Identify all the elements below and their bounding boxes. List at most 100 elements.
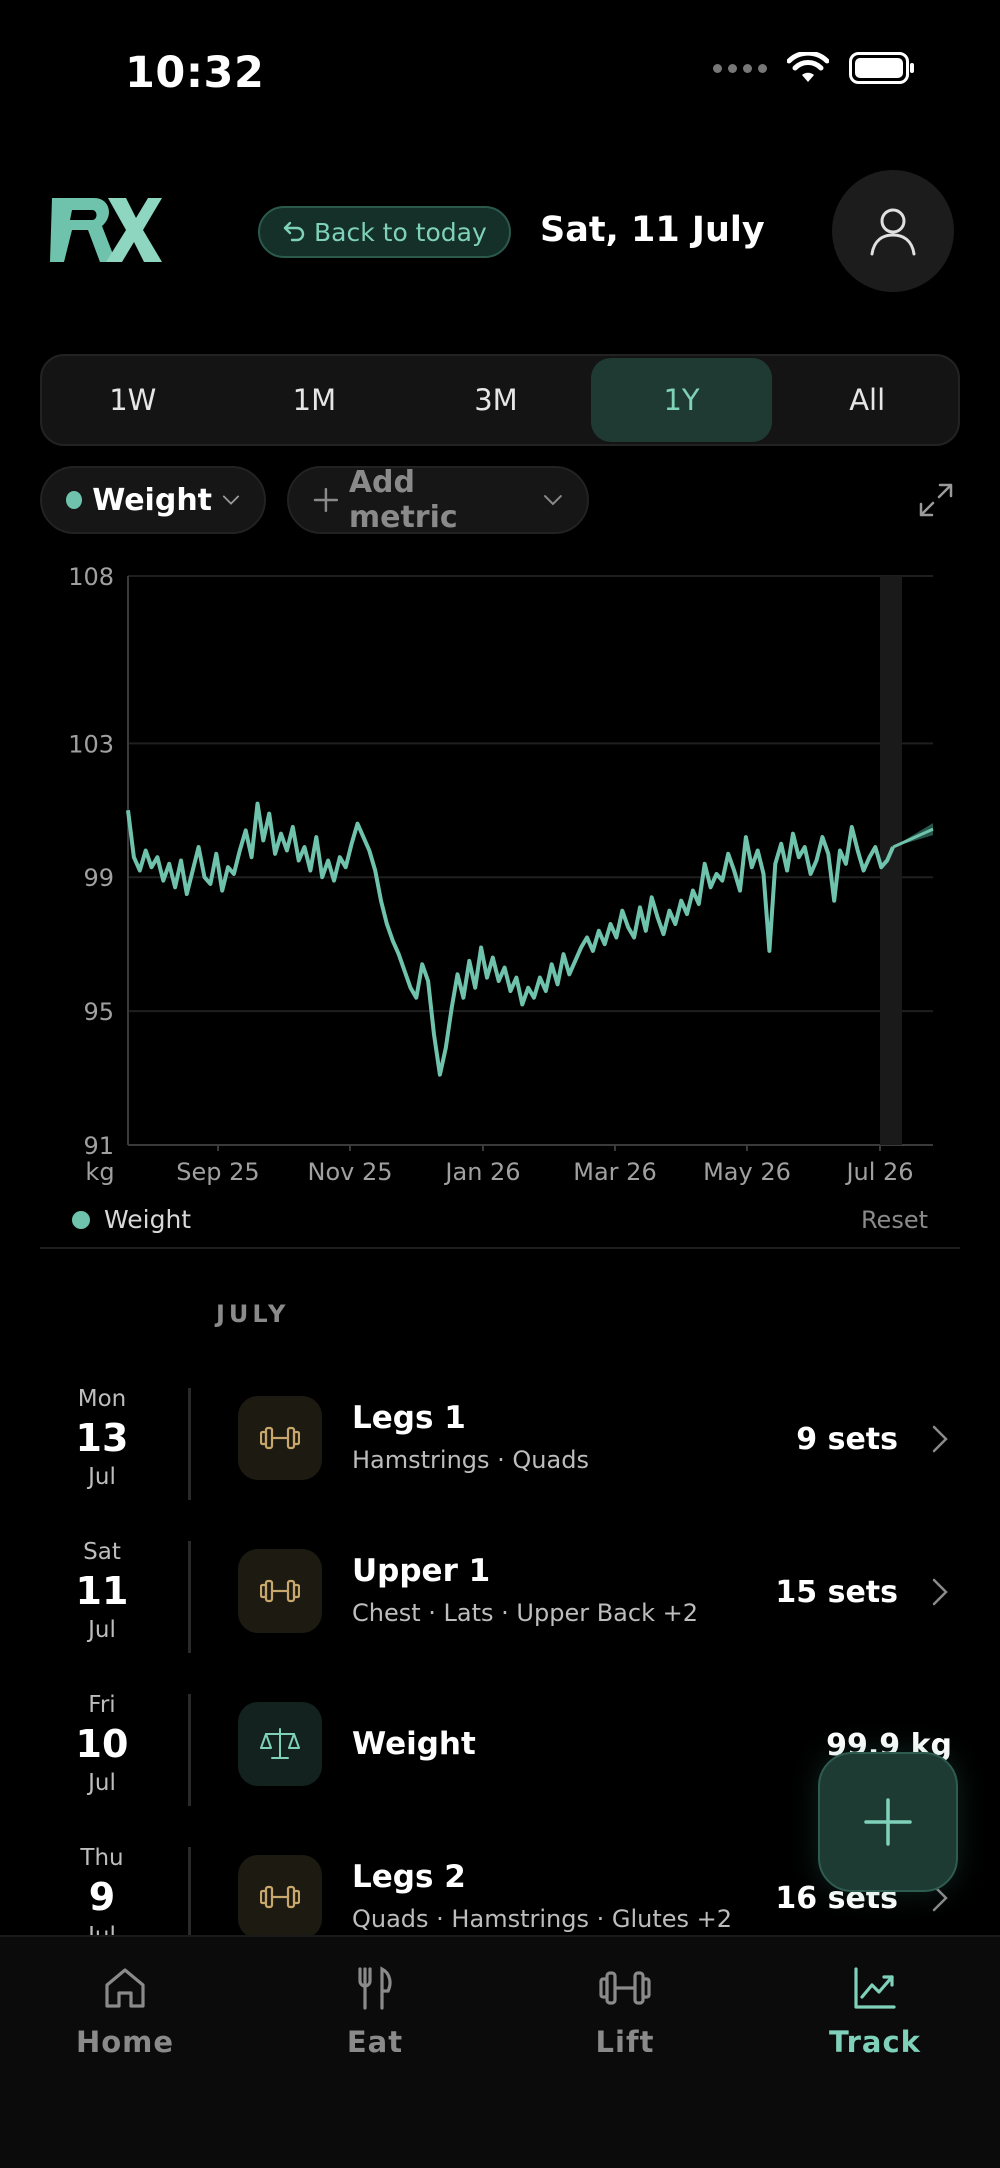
- y-tick-label: 99: [83, 864, 114, 892]
- month-label: JULY: [216, 1300, 290, 1328]
- weight-metric-selector[interactable]: Weight: [40, 466, 266, 534]
- divider: [40, 1247, 960, 1249]
- entry-day: 10: [75, 1722, 129, 1766]
- entry-day-of-week: Fri: [88, 1692, 116, 1718]
- fork-knife-icon: [358, 1966, 392, 2010]
- legend-color-dot: [72, 1210, 90, 1229]
- add-metric-label: Add metric: [348, 465, 458, 535]
- chart-legend: Weight: [72, 1205, 191, 1234]
- header-date[interactable]: Sat, 11 July: [540, 210, 765, 250]
- entry-subtitle: Quads · Hamstrings · Glutes +2: [352, 1905, 733, 1933]
- entry-subtitle: Chest · Lats · Upper Back +2: [352, 1599, 698, 1627]
- cellular-signal-icon: [713, 63, 767, 73]
- status-bar: 10:32: [0, 0, 1000, 150]
- wifi-icon: [787, 52, 829, 82]
- entry-month: Jul: [88, 1464, 116, 1490]
- entry-title: Legs 1: [352, 1400, 466, 1436]
- entry-month: Jul: [88, 1770, 116, 1796]
- scale-icon: [260, 1728, 300, 1759]
- battery-icon: [849, 52, 914, 84]
- weight-series-line: [126, 801, 895, 1077]
- entry-day-of-week: Sat: [83, 1539, 121, 1565]
- entry-date: Fri 10 Jul: [40, 1688, 164, 1796]
- tab-3m[interactable]: 3M: [405, 356, 587, 444]
- entry-date: Thu 9 Jul: [40, 1841, 164, 1949]
- tab-1y[interactable]: 1Y: [590, 358, 773, 442]
- nav-lift[interactable]: Lift: [500, 1937, 750, 2168]
- weight-tile: [238, 1702, 322, 1786]
- y-tick-label: 108: [68, 563, 114, 591]
- x-tick-label: May 26: [703, 1158, 791, 1186]
- entry-subtitle: Hamstrings · Quads: [352, 1446, 589, 1474]
- dumbbell-icon: [260, 1426, 300, 1450]
- back-to-today-label: Back to today: [314, 217, 487, 247]
- chevron-right-icon: [932, 1578, 948, 1606]
- entry-day-of-week: Thu: [80, 1845, 124, 1871]
- entry-title: Legs 2: [352, 1859, 466, 1895]
- weight-chart[interactable]: 108 103 99 95 91kg Sep 25 Nov 25 Jan 26 Mar 26 Ma…: [0, 560, 1000, 1200]
- entry-day: 13: [75, 1416, 129, 1460]
- workout-tile: [238, 1855, 322, 1939]
- entry-date: Sat 11 Jul: [40, 1535, 164, 1643]
- reset-button[interactable]: Reset: [861, 1206, 928, 1234]
- nav-home-label: Home: [75, 2025, 175, 2059]
- nav-eat-label: Eat: [346, 2025, 404, 2059]
- chevron-right-icon: [932, 1425, 948, 1453]
- x-tick-label: Sep 25: [176, 1158, 259, 1186]
- plus-icon: [864, 1798, 912, 1846]
- add-metric-button[interactable]: Add metric: [287, 465, 589, 535]
- add-entry-button[interactable]: [818, 1752, 958, 1892]
- entry-day: 9: [88, 1875, 116, 1919]
- tab-1w[interactable]: 1W: [42, 356, 224, 444]
- list-item[interactable]: Sat 11 Jul Upper 1 Chest · Lats · Upper …: [0, 1535, 1000, 1675]
- x-tick-label: Nov 25: [307, 1158, 392, 1186]
- profile-button[interactable]: [832, 170, 954, 292]
- y-unit-label: kg: [85, 1158, 114, 1186]
- nav-track[interactable]: Track: [750, 1937, 1000, 2168]
- timeline-line: [188, 1694, 191, 1806]
- user-icon: [870, 208, 916, 256]
- back-to-today-button[interactable]: Back to today: [258, 206, 511, 258]
- y-tick-label: 103: [68, 730, 114, 758]
- range-tabs: 1W 1M 3M 1Y All: [40, 354, 960, 446]
- return-arrow-icon: [283, 221, 305, 242]
- nav-lift-label: Lift: [595, 2025, 655, 2059]
- rx-logo: [50, 198, 162, 262]
- today-marker: [880, 576, 902, 1145]
- nav-home[interactable]: Home: [0, 1937, 250, 2168]
- nav-eat[interactable]: Eat: [250, 1937, 500, 2168]
- entry-title: Weight: [352, 1726, 476, 1762]
- entry-title: Upper 1: [352, 1553, 491, 1589]
- weight-color-dot: [66, 491, 83, 509]
- entry-date: Mon 13 Jul: [40, 1382, 164, 1490]
- timeline-line: [188, 1541, 191, 1653]
- list-item[interactable]: Mon 13 Jul Legs 1 Hamstrings · Quads 9 s…: [0, 1382, 1000, 1522]
- y-tick-label: 95: [83, 998, 114, 1026]
- status-icons: [713, 52, 915, 84]
- y-tick-label: 91: [83, 1132, 114, 1160]
- chart-icon: [854, 1967, 896, 2009]
- plus-icon: [313, 487, 339, 513]
- x-tick-label: Mar 26: [573, 1158, 656, 1186]
- status-time: 10:32: [125, 48, 265, 98]
- dumbbell-icon: [260, 1885, 300, 1909]
- entry-sets: 9 sets: [796, 1422, 898, 1457]
- entry-day: 11: [75, 1569, 129, 1613]
- entry-day-of-week: Mon: [77, 1386, 127, 1412]
- x-tick-label: Jul 26: [844, 1158, 913, 1186]
- nav-track-label: Track: [829, 2025, 921, 2059]
- x-tick-label: Jan 26: [443, 1158, 520, 1186]
- tab-1m[interactable]: 1M: [224, 356, 406, 444]
- bottom-nav: Home Eat Lift Track: [0, 1935, 1000, 2168]
- workout-tile: [238, 1396, 322, 1480]
- timeline-line: [188, 1388, 191, 1500]
- chevron-down-icon: [544, 495, 563, 506]
- dumbbell-icon: [260, 1579, 300, 1603]
- weight-metric-label: Weight: [92, 482, 213, 518]
- chevron-down-icon: [222, 495, 240, 505]
- entry-month: Jul: [88, 1617, 116, 1643]
- tab-all[interactable]: All: [776, 356, 958, 444]
- expand-icon[interactable]: [918, 482, 954, 518]
- legend-label: Weight: [104, 1205, 192, 1234]
- entry-sets: 15 sets: [775, 1575, 898, 1610]
